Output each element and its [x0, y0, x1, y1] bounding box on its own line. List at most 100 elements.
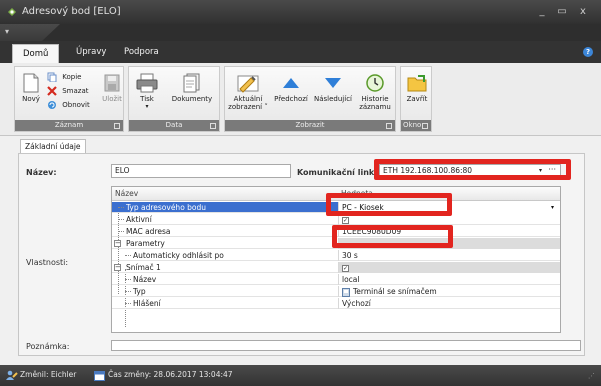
- group-zobrazit-label: Zobrazit: [225, 120, 395, 131]
- user-edit-icon: [6, 370, 18, 380]
- group-zaznam-launcher-icon[interactable]: [114, 123, 120, 129]
- collapse-icon[interactable]: −: [114, 240, 121, 247]
- minimize-button[interactable]: _: [535, 5, 549, 19]
- tab-upravy[interactable]: Úpravy: [66, 41, 116, 63]
- typ-dropdown-icon[interactable]: ▾: [551, 202, 554, 213]
- row-name: Typ: [133, 287, 146, 296]
- tisk-label: Tisk: [140, 95, 154, 103]
- aktualni-zobrazeni-button[interactable]: Aktuální zobrazení ˅: [228, 73, 268, 111]
- row-value-text: Terminál se snímačem: [353, 287, 437, 296]
- group-zaznam: Nový Kopie Smazat Obnovit Uložit Záznam: [14, 66, 124, 132]
- delete-icon: [47, 86, 57, 96]
- row-value-snimac[interactable]: ✓: [338, 262, 560, 273]
- changed-by-text: Změnil: Eichler: [20, 370, 77, 379]
- arrow-down-icon: [325, 78, 341, 88]
- tisk-button[interactable]: Tisk ▾: [133, 73, 161, 111]
- poznamka-label: Poznámka:: [26, 342, 70, 351]
- group-okno: Zavřít Okno: [400, 66, 432, 132]
- novy-button[interactable]: Nový: [19, 73, 43, 103]
- historie-label-2: záznamu: [359, 103, 391, 111]
- row-value-snimac-typ[interactable]: Terminál se snímačem: [338, 286, 560, 297]
- title-bar: Adresový bod [ELO] _ ▭ x: [0, 0, 601, 24]
- smazat-button[interactable]: Smazat: [47, 85, 89, 97]
- dokumenty-button[interactable]: Dokumenty: [169, 73, 215, 103]
- historie-zaznamu-button[interactable]: Historie záznamu: [356, 73, 394, 111]
- window: Adresový bod [ELO] _ ▭ x ▾ Domů Úpravy P…: [0, 0, 601, 386]
- vlastnosti-label: Vlastnosti:: [26, 258, 69, 267]
- row-name: Snímač 1: [126, 263, 161, 272]
- kopie-button[interactable]: Kopie: [47, 71, 81, 83]
- window-title: Adresový bod [ELO]: [22, 6, 121, 17]
- tab-zakladni-udaje[interactable]: Základní údaje: [20, 139, 86, 154]
- save-icon: [104, 74, 120, 92]
- content-panel: Název: ELO Komunikační linka: ETH 192.16…: [18, 153, 585, 356]
- row-name: Typ adresového bodu: [126, 203, 207, 212]
- grid-row-snimac-1[interactable]: − Snímač 1 ✓: [112, 262, 560, 273]
- changed-time-text: Čas změny: 28.06.2017 13:04:47: [108, 370, 233, 379]
- ribbon-tabs: Domů Úpravy Podpora ?: [0, 41, 601, 63]
- tab-podpora[interactable]: Podpora: [114, 41, 169, 63]
- row-value-snimac-nazev[interactable]: local: [338, 274, 560, 285]
- quick-access-dropdown-icon[interactable]: ▾: [5, 27, 9, 36]
- nazev-label: Název:: [26, 168, 57, 177]
- row-name: Aktivní: [126, 215, 152, 224]
- documents-icon: [183, 73, 200, 93]
- dokumenty-label: Dokumenty: [171, 95, 213, 103]
- grid-row-automaticky-odhlasit[interactable]: Automaticky odhlásit po 30 s: [112, 250, 560, 261]
- app-icon: [8, 8, 16, 16]
- group-data: Tisk ▾ Dokumenty Data: [128, 66, 220, 132]
- grid-row-hlaseni[interactable]: Hlášení Výchozí: [112, 298, 560, 309]
- aktualni-label-1: Aktuální: [233, 95, 263, 103]
- printer-icon: [136, 73, 158, 93]
- header-name: Název: [115, 189, 139, 198]
- ribbon: Nový Kopie Smazat Obnovit Uložit Záznam: [0, 63, 601, 136]
- kopie-label: Kopie: [62, 73, 82, 81]
- row-value-odhlasit[interactable]: 30 s: [338, 250, 560, 261]
- nasledujici-label: Následující: [314, 95, 352, 103]
- status-bar: Změnil: Eichler Čas změny: 28.06.2017 13…: [0, 365, 601, 386]
- group-okno-launcher-icon[interactable]: [422, 123, 428, 129]
- row-name: MAC adresa: [126, 227, 171, 236]
- tab-domu[interactable]: Domů: [12, 44, 60, 63]
- group-zobrazit-launcher-icon[interactable]: [386, 123, 392, 129]
- grid-row-snimac-nazev[interactable]: Název local: [112, 274, 560, 285]
- predchozi-button[interactable]: Předchozí: [272, 73, 310, 103]
- highlight-mac-adresa: [332, 225, 453, 248]
- ulozit-button[interactable]: Uložit: [101, 73, 123, 103]
- group-zobrazit: Aktuální zobrazení ˅ Předchozí Následují…: [224, 66, 396, 132]
- current-view-icon: [237, 75, 259, 93]
- smazat-label: Smazat: [62, 87, 89, 95]
- poznamka-input[interactable]: [111, 340, 581, 351]
- maximize-button[interactable]: ▭: [555, 5, 569, 19]
- historie-label-1: Historie: [361, 95, 389, 103]
- close-button[interactable]: x: [576, 5, 590, 19]
- row-name: Parametry: [126, 239, 165, 248]
- arrow-up-icon: [283, 78, 299, 88]
- group-data-launcher-icon[interactable]: [210, 123, 216, 129]
- close-folder-icon: [407, 75, 427, 92]
- refresh-icon: [48, 101, 56, 109]
- help-icon[interactable]: ?: [583, 47, 593, 57]
- grid-row-snimac-typ[interactable]: Typ Terminál se snímačem: [112, 286, 560, 297]
- obnovit-button[interactable]: Obnovit: [47, 99, 90, 111]
- row-name: Hlášení: [133, 299, 161, 308]
- tisk-dropdown-icon: ▾: [145, 103, 149, 110]
- nasledujici-button[interactable]: Následující: [312, 73, 354, 103]
- nazev-input[interactable]: ELO: [111, 164, 291, 178]
- aktivni-checkbox[interactable]: ✓: [342, 216, 349, 224]
- resize-grip-icon[interactable]: ⋰: [588, 372, 595, 380]
- row-value-hlaseni[interactable]: Výchozí: [338, 298, 560, 309]
- quick-access-toolbar: [0, 24, 601, 41]
- predchozi-label: Předchozí: [274, 95, 308, 103]
- novy-label: Nový: [22, 95, 40, 103]
- row-name: Název: [133, 275, 157, 284]
- ulozit-label: Uložit: [102, 95, 122, 103]
- highlight-komunikacni-linka: [374, 159, 571, 180]
- terminal-icon: [342, 287, 350, 297]
- row-name: Automaticky odhlásit po: [133, 251, 224, 260]
- collapse-icon[interactable]: −: [114, 264, 121, 271]
- zavrit-label: Zavřít: [406, 95, 428, 103]
- snimac-checkbox[interactable]: ✓: [342, 264, 349, 272]
- zavrit-button[interactable]: Zavřít: [402, 73, 432, 103]
- new-document-icon: [23, 73, 39, 93]
